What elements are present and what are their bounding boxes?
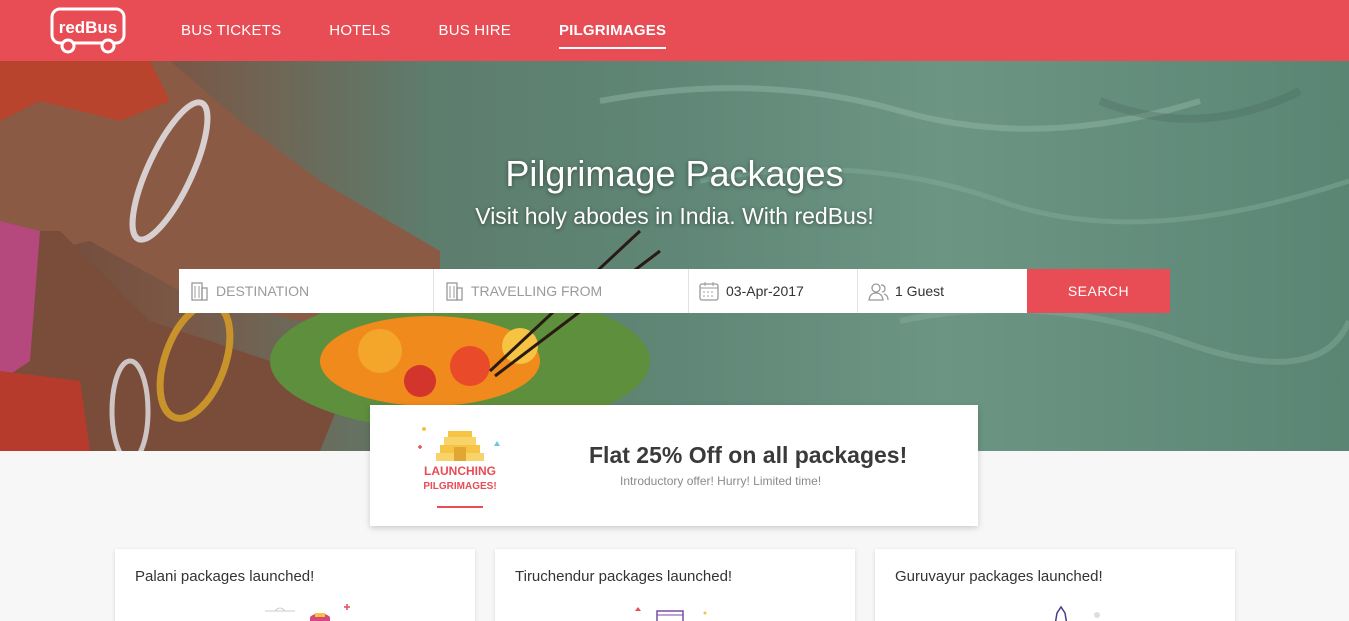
card-title: Guruvayur packages launched! [895,568,1103,585]
user-icon [868,283,889,301]
hero-background-image [0,61,1349,451]
hero-title: Pilgrimage Packages [505,153,844,194]
main-nav: BUS TICKETS HOTELS BUS HIRE PILGRIMAGES [181,0,714,61]
building-icon [446,282,463,301]
promo-badge-line2: PILGRIMAGES! [423,481,497,492]
package-card-tiruchendur[interactable]: Tiruchendur packages launched! [495,549,855,621]
redbus-logo[interactable]: redBus [50,6,128,54]
destination-field[interactable] [179,269,434,313]
guests-field[interactable]: 1 Guest [858,269,1027,313]
tiruchendur-temple-icon [635,607,707,621]
guruvayur-temple-icon [1054,605,1100,621]
package-card-guruvayur[interactable]: Guruvayur packages launched! [875,549,1235,621]
card-title: Palani packages launched! [135,568,315,585]
promo-title: Flat 25% Off on all packages! [589,442,908,468]
top-header: redBus BUS TICKETS HOTELS BUS HIRE PILGR… [0,0,1349,61]
nav-pilgrimages[interactable]: PILGRIMAGES [558,18,667,49]
promo-card[interactable]: LAUNCHING PILGRIMAGES! Flat 25% Off on a… [370,405,978,526]
calendar-icon [699,282,719,301]
search-button[interactable]: SEARCH [1027,269,1170,313]
destination-input[interactable] [216,283,433,299]
promo-subtitle: Introductory offer! Hurry! Limited time! [620,474,822,488]
nav-bus-hire[interactable]: BUS HIRE [439,18,511,43]
hero-subtitle: Visit holy abodes in India. With redBus! [475,203,874,229]
nav-bus-tickets[interactable]: BUS TICKETS [181,18,281,43]
nav-hotels[interactable]: HOTELS [329,18,390,43]
building-icon [191,282,208,301]
date-value: 03-Apr-2017 [726,283,804,299]
package-card-palani[interactable]: Palani packages launched! [115,549,475,621]
search-bar: 03-Apr-2017 1 Guest SEARCH [179,269,1170,313]
logo-text: redBus [59,18,118,37]
guests-value: 1 Guest [895,283,945,299]
promo-badge-line1: LAUNCHING [424,464,496,478]
palani-temple-icon [265,604,350,621]
travelling-from-field[interactable] [434,269,689,313]
travelling-from-input[interactable] [471,283,688,299]
hero-banner: Pilgrimage Packages Visit holy abodes in… [0,61,1349,451]
card-title: Tiruchendur packages launched! [515,568,733,585]
date-field[interactable]: 03-Apr-2017 [689,269,858,313]
